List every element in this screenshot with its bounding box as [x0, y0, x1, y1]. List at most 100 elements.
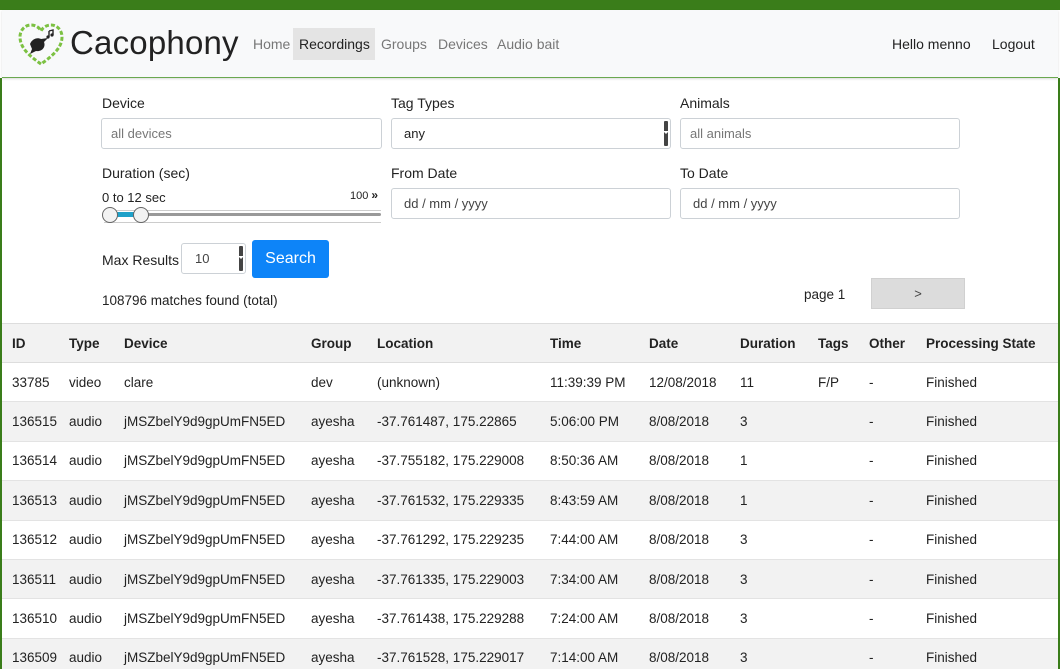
recording-date: 8/08/2018 — [649, 441, 740, 482]
recording-duration: 3 — [740, 638, 818, 669]
recording-duration: 11 — [740, 362, 818, 403]
recording-group: dev — [311, 362, 377, 403]
header-processing-state[interactable]: Processing State — [926, 323, 1058, 363]
recording-group: ayesha — [311, 598, 377, 639]
recording-location: -37.761292, 175.229235 — [377, 520, 550, 560]
nav-audio-bait[interactable]: Audio bait — [491, 28, 565, 60]
recording-duration: 3 — [740, 598, 818, 639]
recording-date: 8/08/2018 — [649, 480, 740, 521]
table-header-row: ID Type Device Group Location Time Date … — [2, 323, 1058, 363]
duration-max-handle[interactable] — [133, 207, 149, 223]
header-id[interactable]: ID — [2, 323, 69, 363]
brand-name[interactable]: Cacophony — [70, 24, 239, 62]
recording-type: audio — [69, 559, 124, 600]
nav-devices[interactable]: Devices — [432, 28, 494, 60]
to-date-input[interactable]: dd / mm / yyyy — [680, 188, 960, 219]
recording-state: Finished — [926, 362, 1058, 403]
header-location[interactable]: Location — [377, 323, 550, 363]
device-input[interactable]: all devices — [101, 118, 382, 149]
recording-group: ayesha — [311, 480, 377, 521]
recording-duration: 1 — [740, 441, 818, 482]
table-row[interactable]: 136514 audio jMSZbelY9d9gpUmFN5ED ayesha… — [2, 441, 1058, 482]
duration-label: Duration (sec) — [102, 165, 190, 181]
device-label: Device — [102, 95, 145, 111]
recording-time: 7:14:00 AM — [550, 638, 649, 669]
next-page-button[interactable]: > — [871, 278, 965, 309]
user-greeting[interactable]: Hello menno — [892, 28, 971, 60]
header-type[interactable]: Type — [69, 323, 124, 363]
nav-groups[interactable]: Groups — [375, 28, 433, 60]
table-row[interactable]: 136515 audio jMSZbelY9d9gpUmFN5ED ayesha… — [2, 401, 1058, 442]
duration-min-handle[interactable] — [102, 207, 118, 223]
nav-home[interactable]: Home — [247, 28, 296, 60]
recording-type: audio — [69, 441, 124, 482]
header-tags[interactable]: Tags — [818, 323, 869, 363]
max-results-stepper[interactable]: 10 — [181, 243, 246, 274]
recording-state: Finished — [926, 441, 1058, 482]
recording-id-link[interactable]: 136511 — [2, 559, 69, 600]
recording-date: 8/08/2018 — [649, 520, 740, 560]
header-time[interactable]: Time — [550, 323, 649, 363]
header-group[interactable]: Group — [311, 323, 377, 363]
recording-other: - — [869, 480, 926, 521]
recording-duration: 3 — [740, 520, 818, 560]
table-row[interactable]: 136510 audio jMSZbelY9d9gpUmFN5ED ayesha… — [2, 598, 1058, 639]
logout-link[interactable]: Logout — [992, 28, 1035, 60]
matches-count: 108796 matches found (total) — [102, 293, 278, 308]
recording-type: audio — [69, 638, 124, 669]
page-indicator: page 1 — [804, 287, 846, 302]
recording-date: 8/08/2018 — [649, 401, 740, 442]
recording-date: 8/08/2018 — [649, 638, 740, 669]
recording-id-link[interactable]: 136513 — [2, 480, 69, 521]
recording-state: Finished — [926, 480, 1058, 521]
recording-tags — [818, 441, 869, 482]
to-date-label: To Date — [680, 165, 729, 181]
double-chevron-right-icon: » — [371, 188, 379, 202]
recording-location: -37.761528, 175.229017 — [377, 638, 550, 669]
recording-location: -37.755182, 175.229008 — [377, 441, 550, 482]
recording-duration: 3 — [740, 401, 818, 442]
recording-id-link[interactable]: 136514 — [2, 441, 69, 482]
nav-recordings[interactable]: Recordings — [293, 28, 375, 60]
recording-location: -37.761532, 175.229335 — [377, 480, 550, 521]
max-results-value: 10 — [195, 251, 210, 266]
tag-types-value: any — [404, 126, 425, 141]
recording-date: 8/08/2018 — [649, 559, 740, 600]
header-device[interactable]: Device — [124, 323, 311, 363]
recording-id-link[interactable]: 136510 — [2, 598, 69, 639]
recording-state: Finished — [926, 638, 1058, 669]
recording-device: jMSZbelY9d9gpUmFN5ED — [124, 520, 311, 560]
recording-location: -37.761438, 175.229288 — [377, 598, 550, 639]
table-row[interactable]: 136509 audio jMSZbelY9d9gpUmFN5ED ayesha… — [2, 638, 1058, 669]
recording-id-link[interactable]: 136512 — [2, 520, 69, 560]
header-other[interactable]: Other — [869, 323, 926, 363]
recording-device: jMSZbelY9d9gpUmFN5ED — [124, 598, 311, 639]
recording-id-link[interactable]: 136509 — [2, 638, 69, 669]
recording-group: ayesha — [311, 638, 377, 669]
recording-time: 7:24:00 AM — [550, 598, 649, 639]
cacophony-logo-icon[interactable] — [18, 22, 64, 68]
header-date[interactable]: Date — [649, 323, 740, 363]
recording-state: Finished — [926, 559, 1058, 600]
recording-duration: 3 — [740, 559, 818, 600]
tag-types-select[interactable]: any — [391, 118, 671, 149]
recording-id-link[interactable]: 33785 — [2, 362, 69, 403]
table-row[interactable]: 136513 audio jMSZbelY9d9gpUmFN5ED ayesha… — [2, 480, 1058, 521]
recording-other: - — [869, 401, 926, 442]
table-row[interactable]: 136512 audio jMSZbelY9d9gpUmFN5ED ayesha… — [2, 520, 1058, 560]
animals-input[interactable]: all animals — [680, 118, 960, 149]
recording-other: - — [869, 362, 926, 403]
recording-type: audio — [69, 480, 124, 521]
recording-other: - — [869, 638, 926, 669]
header-duration[interactable]: Duration — [740, 323, 818, 363]
recording-id-link[interactable]: 136515 — [2, 401, 69, 442]
table-row[interactable]: 136511 audio jMSZbelY9d9gpUmFN5ED ayesha… — [2, 559, 1058, 600]
table-row[interactable]: 33785 video clare dev (unknown) 11:39:39… — [2, 362, 1058, 403]
recording-group: ayesha — [311, 441, 377, 482]
search-button[interactable]: Search — [252, 240, 329, 278]
top-accent-bar — [0, 0, 1060, 10]
recording-tags — [818, 638, 869, 669]
from-date-input[interactable]: dd / mm / yyyy — [391, 188, 671, 219]
recordings-table: ID Type Device Group Location Time Date … — [2, 323, 1058, 669]
recording-duration: 1 — [740, 480, 818, 521]
